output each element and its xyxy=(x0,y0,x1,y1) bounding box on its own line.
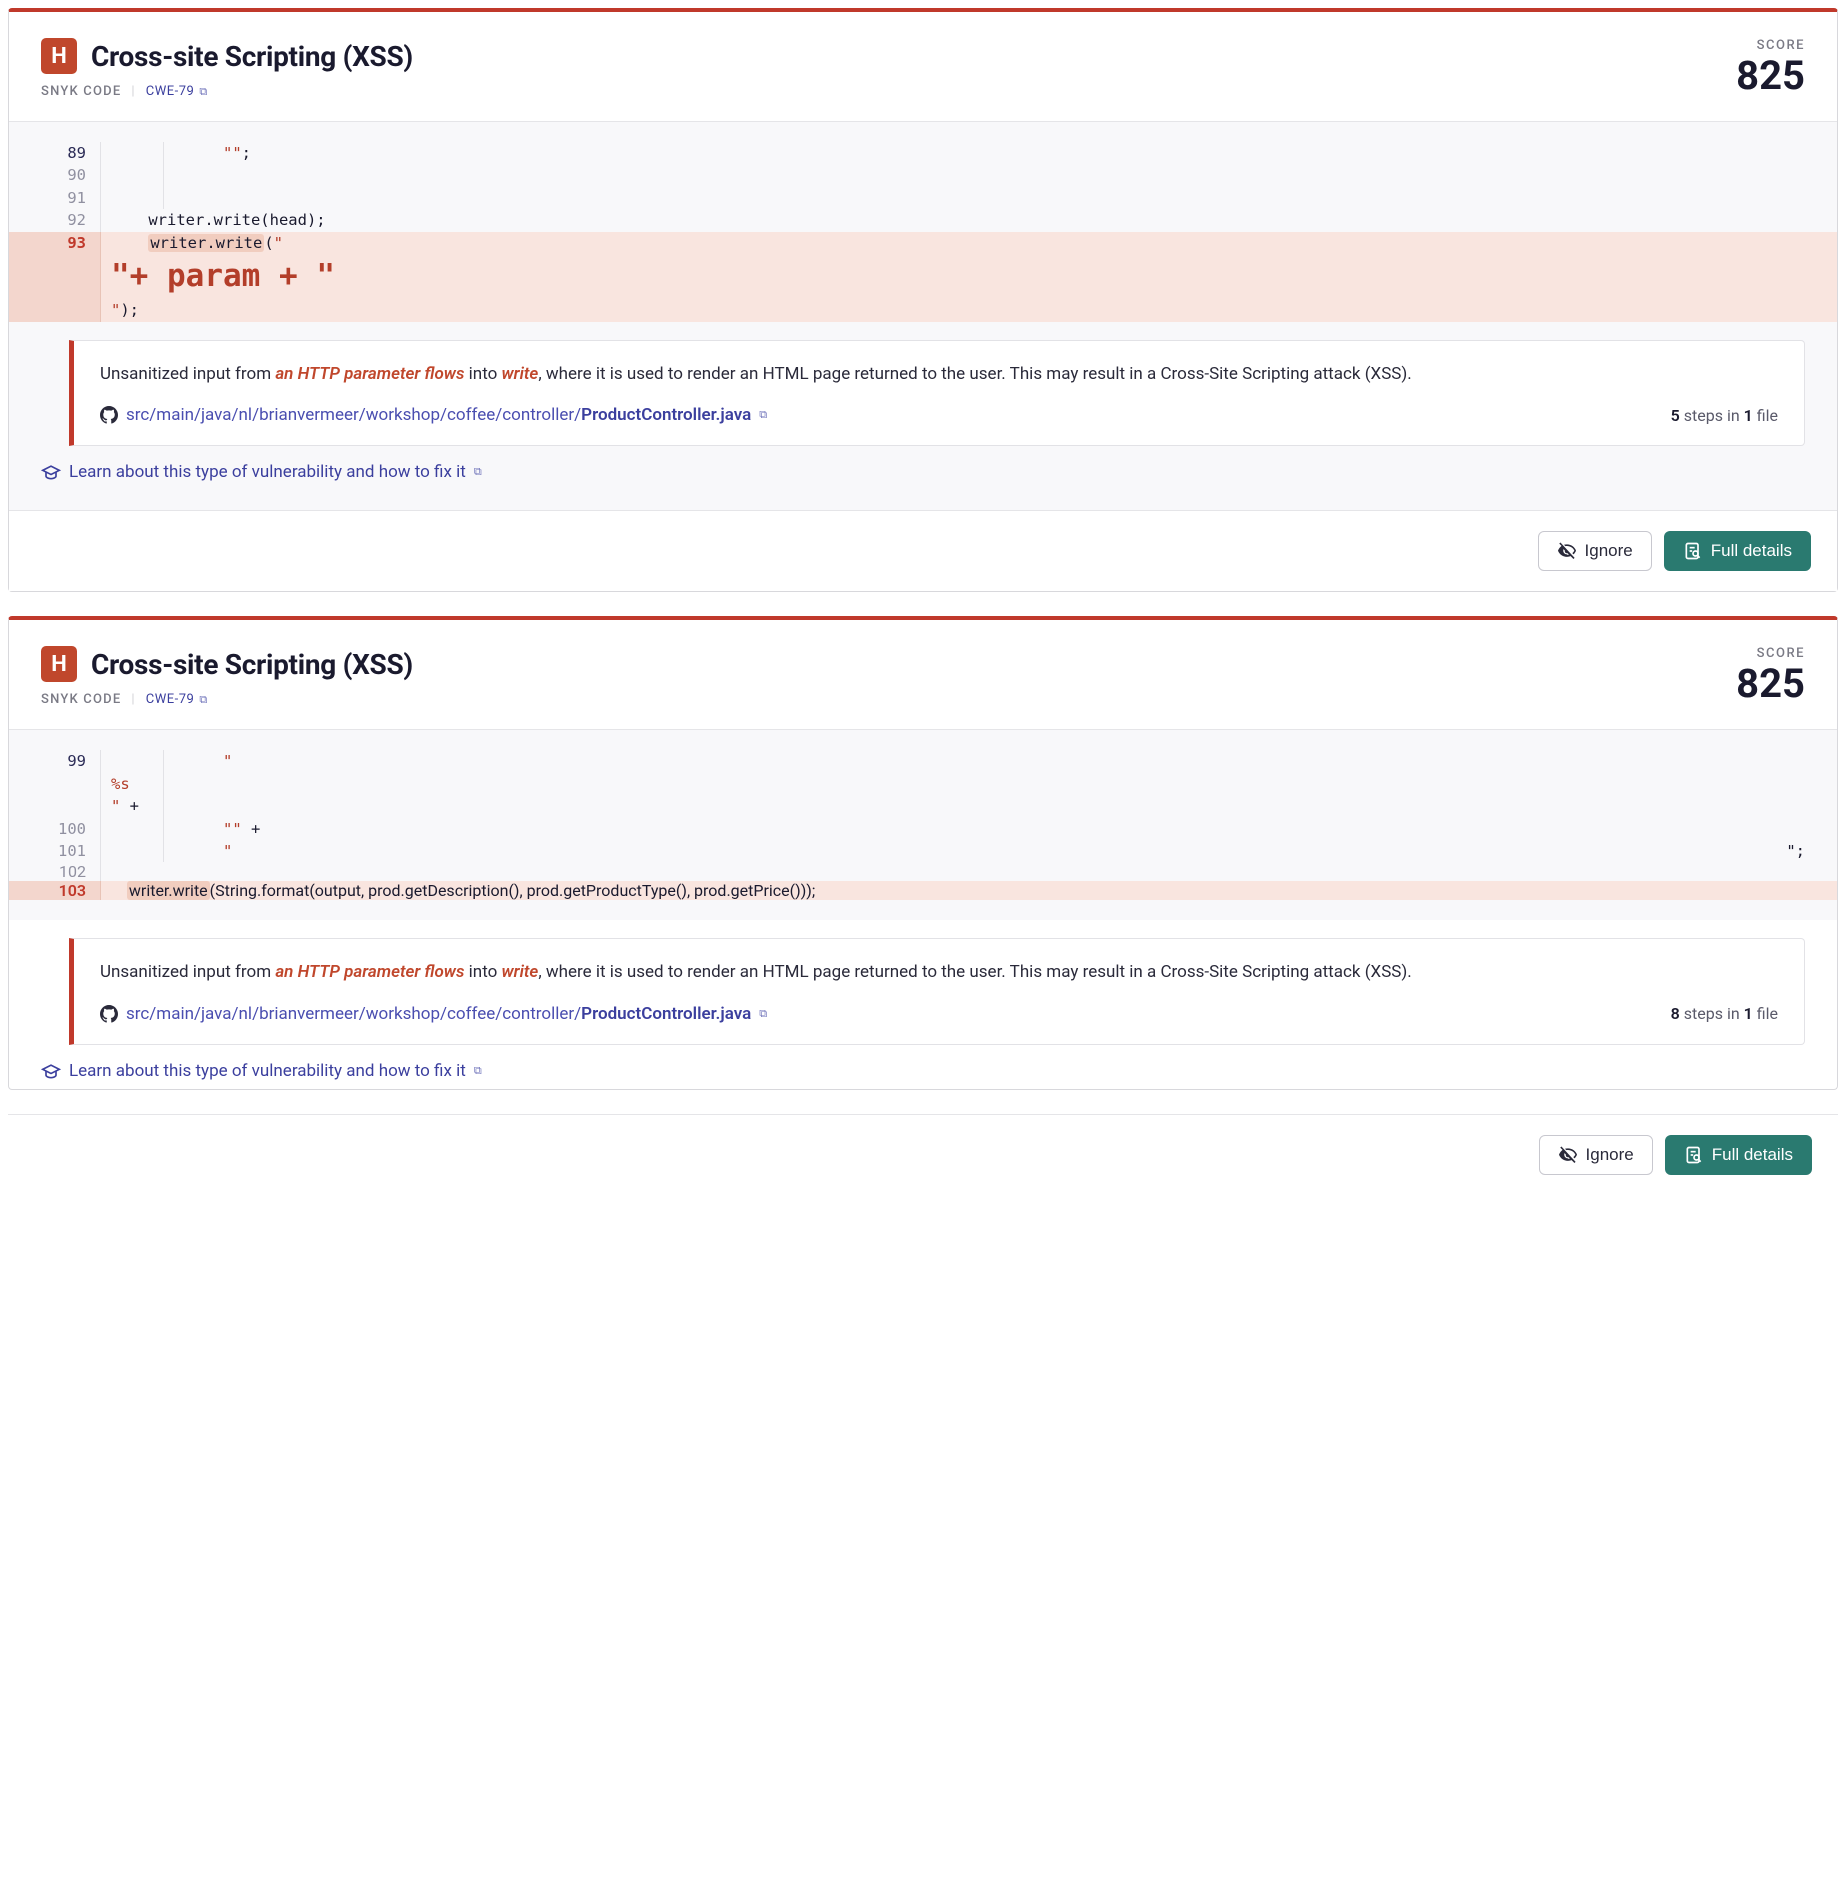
divider: | xyxy=(131,692,135,707)
code-text xyxy=(111,211,148,229)
line-number: 103 xyxy=(9,881,101,900)
code-text xyxy=(111,234,148,252)
file-link[interactable]: src/main/java/nl/brianvermeer/workshop/c… xyxy=(100,1004,767,1024)
full-details-button[interactable]: Full details xyxy=(1665,1135,1812,1175)
divider: | xyxy=(131,84,135,99)
source-label: SNYK CODE xyxy=(41,692,121,707)
code-line: 91 xyxy=(9,187,1837,209)
steps-count: 5 steps in 1 file xyxy=(1671,406,1778,425)
eye-off-icon xyxy=(1557,541,1577,561)
code-snippet: 99 "%s" +100 "" +101 ""; xyxy=(9,750,1837,862)
external-link-icon: ⧉ xyxy=(759,408,767,422)
code-line: 103 writer.write(String.format(output, p… xyxy=(9,881,1837,900)
code-line: 90 xyxy=(9,164,1837,186)
line-number: 100 xyxy=(9,818,101,840)
code-text xyxy=(111,842,223,860)
description-text: Unsanitized input from an HTTP parameter… xyxy=(100,959,1778,985)
code-text xyxy=(111,144,223,162)
line-number: 102 xyxy=(9,862,101,881)
external-link-icon: ⧉ xyxy=(199,85,207,99)
code-line: 100 "" + xyxy=(9,818,1837,840)
code-line: 102 xyxy=(9,862,1837,881)
graduation-cap-icon xyxy=(41,1061,61,1081)
external-link-icon: ⧉ xyxy=(474,465,482,479)
github-icon xyxy=(100,406,118,424)
score-label: SCORE xyxy=(1736,646,1805,661)
external-link-icon: ⧉ xyxy=(474,1064,482,1078)
score-value: 825 xyxy=(1736,663,1805,705)
card-footer: Ignore Full details xyxy=(9,510,1837,591)
graduation-cap-icon xyxy=(41,462,61,482)
line-number: 90 xyxy=(9,164,101,186)
eye-off-icon xyxy=(1558,1145,1578,1165)
github-icon xyxy=(100,1005,118,1023)
description-text: Unsanitized input from an HTTP parameter… xyxy=(100,361,1778,387)
severity-badge: H xyxy=(41,646,77,682)
vulnerability-card: H Cross-site Scripting (XSS) SNYK CODE | CWE… xyxy=(8,616,1838,1090)
learn-link[interactable]: Learn about this type of vulnerability a… xyxy=(41,462,482,482)
card-body: 89 "";909192 writer.write(head);93 write… xyxy=(9,122,1837,510)
highlighted-call: writer.write xyxy=(127,881,210,900)
external-link-icon: ⧉ xyxy=(759,1007,767,1021)
highlighted-call: writer.write xyxy=(148,234,264,252)
code-text xyxy=(111,820,223,838)
code-snippet: 89 "";909192 writer.write(head);93 write… xyxy=(9,142,1837,322)
ignore-button[interactable]: Ignore xyxy=(1538,531,1652,571)
document-search-icon xyxy=(1683,541,1703,561)
card-header: H Cross-site Scripting (XSS) SNYK CODE | CWE… xyxy=(9,12,1837,122)
line-number: 93 xyxy=(9,232,101,322)
code-line: 93 writer.write(""+ param + ""); xyxy=(9,232,1837,322)
vulnerability-card: H Cross-site Scripting (XSS) SNYK CODE | CWE… xyxy=(8,8,1838,592)
code-line: 92 writer.write(head); xyxy=(9,209,1837,231)
external-link-icon: ⧉ xyxy=(199,693,207,707)
severity-badge: H xyxy=(41,38,77,74)
description-box: Unsanitized input from an HTTP parameter… xyxy=(69,340,1805,446)
score-value: 825 xyxy=(1736,55,1805,97)
line-number: 89 xyxy=(9,142,101,164)
vulnerability-title: Cross-site Scripting (XSS) xyxy=(91,648,413,681)
code-text xyxy=(111,881,127,900)
card-header: H Cross-site Scripting (XSS) SNYK CODE | CWE… xyxy=(9,620,1837,730)
learn-link[interactable]: Learn about this type of vulnerability a… xyxy=(41,1061,482,1081)
card-footer: Ignore Full details xyxy=(8,1114,1838,1195)
line-number: 99 xyxy=(9,750,101,817)
ignore-button[interactable]: Ignore xyxy=(1539,1135,1653,1175)
cwe-link[interactable]: CWE-79 ⧉ xyxy=(146,84,208,99)
line-number: 101 xyxy=(9,840,101,862)
code-line: 101 ""; xyxy=(9,840,1837,862)
score-label: SCORE xyxy=(1736,38,1805,53)
file-link[interactable]: src/main/java/nl/brianvermeer/workshop/c… xyxy=(100,405,767,425)
description-box: Unsanitized input from an HTTP parameter… xyxy=(69,938,1805,1044)
code-text xyxy=(111,752,223,770)
steps-count: 8 steps in 1 file xyxy=(1671,1004,1778,1023)
code-line: 89 ""; xyxy=(9,142,1837,164)
full-details-button[interactable]: Full details xyxy=(1664,531,1811,571)
document-search-icon xyxy=(1684,1145,1704,1165)
line-number: 91 xyxy=(9,187,101,209)
line-number: 92 xyxy=(9,209,101,231)
vulnerability-title: Cross-site Scripting (XSS) xyxy=(91,40,413,73)
cwe-link[interactable]: CWE-79 ⧉ xyxy=(146,692,208,707)
source-label: SNYK CODE xyxy=(41,84,121,99)
code-line: 99 "%s" + xyxy=(9,750,1837,817)
card-body: 99 "%s" +100 "" +101 "";102103 writer.wr… xyxy=(9,730,1837,920)
